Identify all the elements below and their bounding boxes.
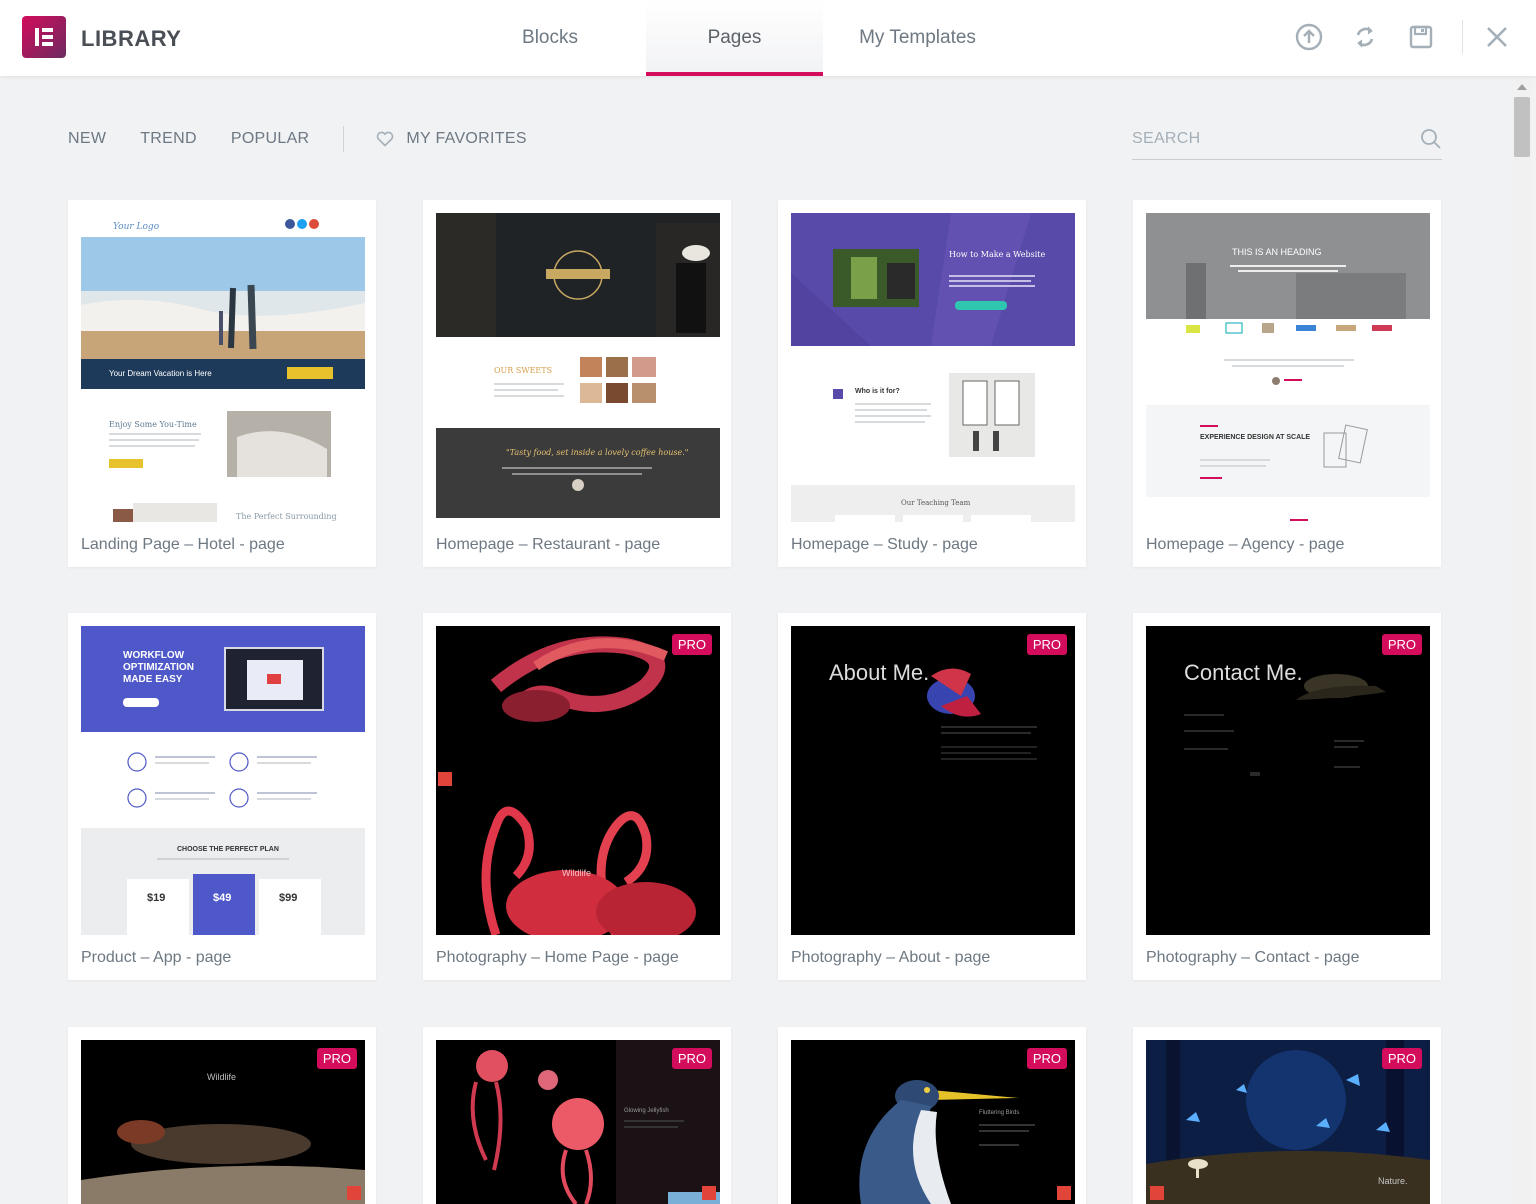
template-thumbnail: Glowing Jellyfish PRO bbox=[436, 1040, 720, 1204]
filter-popular[interactable]: POPULAR bbox=[231, 130, 310, 148]
search-input[interactable] bbox=[1132, 124, 1412, 154]
template-title: Homepage – Agency - page bbox=[1146, 536, 1345, 553]
svg-text:The Perfect Surrounding: The Perfect Surrounding bbox=[236, 512, 337, 521]
svg-text:About Me.: About Me. bbox=[829, 660, 929, 685]
svg-text:Who is it for?: Who is it for? bbox=[855, 388, 900, 395]
pro-badge: PRO bbox=[1381, 634, 1422, 655]
scroll-up-arrow-icon[interactable] bbox=[1517, 84, 1527, 90]
upload-icon[interactable] bbox=[1292, 20, 1326, 54]
template-card[interactable]: Glowing Jellyfish PRO bbox=[423, 1027, 731, 1204]
svg-text:Wildlife: Wildlife bbox=[562, 868, 591, 878]
my-favorites-filter[interactable]: MY FAVORITES bbox=[376, 130, 526, 148]
svg-text:$99: $99 bbox=[279, 892, 297, 904]
scrollbar[interactable] bbox=[1512, 80, 1532, 1204]
template-thumbnail: Your Logo Your Dream Vacation is Here En… bbox=[81, 213, 365, 522]
svg-text:"Tasty food, set inside a love: "Tasty food, set inside a lovely coffee … bbox=[506, 448, 688, 457]
filter-trend[interactable]: TREND bbox=[140, 130, 197, 148]
template-thumbnail: Fluttering Birds PRO bbox=[791, 1040, 1075, 1204]
template-title: Photography – Home Page - page bbox=[436, 949, 679, 966]
pro-badge: PRO bbox=[1381, 1048, 1422, 1069]
template-thumbnail: Contact Me. PRO bbox=[1146, 626, 1430, 935]
header-divider bbox=[1462, 20, 1463, 54]
svg-text:OUR SWEETS: OUR SWEETS bbox=[494, 366, 552, 375]
svg-text:WORKFLOW: WORKFLOW bbox=[123, 650, 185, 661]
template-thumbnail: WORKFLOW OPTIMIZATION MADE EASY CHOOSE T… bbox=[81, 626, 365, 935]
filter-bar: NEW TREND POPULAR MY FAVORITES bbox=[68, 126, 527, 152]
svg-text:THIS IS AN HEADING: THIS IS AN HEADING bbox=[1232, 247, 1322, 257]
tab-blocks[interactable]: Blocks bbox=[460, 0, 640, 76]
svg-text:MADE EASY: MADE EASY bbox=[123, 674, 183, 685]
tab-my-templates[interactable]: My Templates bbox=[830, 0, 1005, 76]
template-thumbnail: Wildlife PRO bbox=[436, 626, 720, 935]
close-icon[interactable] bbox=[1480, 20, 1514, 54]
sync-icon[interactable] bbox=[1348, 20, 1382, 54]
svg-text:Your Logo: Your Logo bbox=[113, 222, 160, 232]
pro-badge: PRO bbox=[316, 1048, 357, 1069]
elementor-logo-icon bbox=[22, 16, 66, 58]
svg-text:$49: $49 bbox=[213, 892, 231, 904]
template-thumbnail: Wildlife PRO bbox=[81, 1040, 365, 1204]
heart-icon bbox=[377, 131, 394, 147]
template-title: Photography – About - page bbox=[791, 949, 991, 966]
template-title: Photography – Contact - page bbox=[1146, 949, 1360, 966]
template-thumbnail: About Me. PRO bbox=[791, 626, 1075, 935]
save-icon[interactable] bbox=[1404, 20, 1438, 54]
pro-badge: PRO bbox=[1026, 1048, 1067, 1069]
pro-badge: PRO bbox=[1026, 634, 1067, 655]
search-box bbox=[1132, 120, 1442, 160]
pro-badge: PRO bbox=[671, 634, 712, 655]
library-header: LIBRARY Blocks Pages My Templates bbox=[0, 0, 1536, 76]
svg-text:EXPERIENCE DESIGN AT SCALE: EXPERIENCE DESIGN AT SCALE bbox=[1200, 434, 1310, 441]
template-card[interactable]: Your Logo Your Dream Vacation is Here En… bbox=[68, 200, 376, 567]
svg-text:$19: $19 bbox=[147, 892, 165, 904]
svg-text:How to Make a Website: How to Make a Website bbox=[949, 250, 1045, 259]
filter-new[interactable]: NEW bbox=[68, 130, 106, 148]
template-card[interactable]: WORKFLOW OPTIMIZATION MADE EASY CHOOSE T… bbox=[68, 613, 376, 980]
template-card[interactable]: THIS IS AN HEADING EXPERIENCE DESIGN AT … bbox=[1133, 200, 1441, 567]
svg-text:Glowing Jellyfish: Glowing Jellyfish bbox=[624, 1108, 669, 1114]
template-title: Product – App - page bbox=[81, 949, 232, 966]
svg-text:Our Teaching Team: Our Teaching Team bbox=[901, 499, 971, 507]
template-thumbnail: OUR SWEETS "Tasty food, set inside a lov… bbox=[436, 213, 720, 522]
svg-text:Contact Me.: Contact Me. bbox=[1184, 660, 1303, 685]
svg-text:Fluttering Birds: Fluttering Birds bbox=[979, 1110, 1019, 1116]
template-card[interactable]: Contact Me. PRO Photography – Contact - … bbox=[1133, 613, 1441, 980]
svg-text:Your Dream Vacation is Here: Your Dream Vacation is Here bbox=[109, 369, 212, 378]
scrollbar-thumb[interactable] bbox=[1514, 97, 1530, 157]
svg-text:Nature.: Nature. bbox=[1378, 1176, 1408, 1186]
my-favorites-label: MY FAVORITES bbox=[406, 130, 527, 147]
library-title: LIBRARY bbox=[81, 26, 182, 51]
template-card[interactable]: Nature. PRO bbox=[1133, 1027, 1441, 1204]
svg-text:Enjoy Some You-Time: Enjoy Some You-Time bbox=[109, 420, 197, 429]
pro-badge: PRO bbox=[671, 1048, 712, 1069]
template-card[interactable]: Wildlife PRO Photography – Home Page - p… bbox=[423, 613, 731, 980]
template-title: Homepage – Restaurant - page bbox=[436, 536, 661, 553]
svg-text:CHOOSE THE PERFECT PLAN: CHOOSE THE PERFECT PLAN bbox=[177, 846, 279, 853]
filter-divider bbox=[343, 126, 345, 152]
svg-text:Wildlife: Wildlife bbox=[207, 1072, 236, 1082]
template-card[interactable]: Fluttering Birds PRO bbox=[778, 1027, 1086, 1204]
search-icon[interactable] bbox=[1420, 128, 1442, 150]
template-thumbnail: THIS IS AN HEADING EXPERIENCE DESIGN AT … bbox=[1146, 213, 1430, 522]
template-title: Homepage – Study - page bbox=[791, 536, 978, 553]
svg-text:OPTIMIZATION: OPTIMIZATION bbox=[123, 662, 194, 673]
template-card[interactable]: Wildlife PRO bbox=[68, 1027, 376, 1204]
template-title: Landing Page – Hotel - page bbox=[81, 536, 285, 553]
template-card[interactable]: How to Make a Website Who is it for? Our… bbox=[778, 200, 1086, 567]
tab-pages[interactable]: Pages bbox=[646, 0, 823, 76]
template-card[interactable]: About Me. PRO Photography – About - page bbox=[778, 613, 1086, 980]
template-thumbnail: How to Make a Website Who is it for? Our… bbox=[791, 213, 1075, 522]
template-thumbnail: Nature. PRO bbox=[1146, 1040, 1430, 1204]
template-card[interactable]: OUR SWEETS "Tasty food, set inside a lov… bbox=[423, 200, 731, 567]
